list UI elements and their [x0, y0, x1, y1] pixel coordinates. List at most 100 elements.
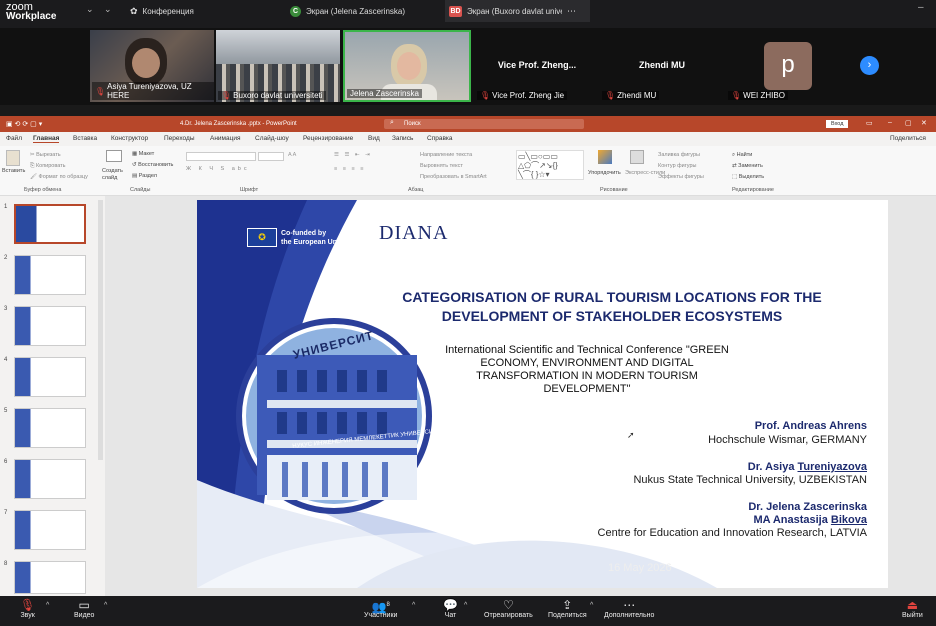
format-painter-button[interactable]: 🖌 Формат по образцу [30, 174, 88, 180]
new-slide-icon[interactable] [106, 150, 122, 162]
affiliation-1: Hochschule Wismar, GERMANY [708, 434, 867, 446]
quick-styles-icon[interactable] [630, 150, 644, 164]
close-icon[interactable]: ✕ [921, 119, 927, 127]
participant-tile[interactable]: p 🎙 WEI ZHIBO [726, 30, 850, 102]
chevron-up-icon[interactable]: ^ [412, 602, 415, 609]
tab-home[interactable]: Главная [33, 135, 60, 143]
more-icon[interactable]: ⋯ [567, 6, 576, 17]
participant-tile-active[interactable]: Jelena Zascerinska [343, 30, 471, 102]
ribbon-options-icon[interactable]: ▭ [866, 119, 873, 127]
search-input[interactable]: Поиск [384, 119, 584, 129]
chevron-down-icon[interactable]: ⌄ [86, 4, 94, 15]
share-button[interactable]: Поделиться [890, 135, 926, 142]
signin-button[interactable]: Вход [826, 120, 849, 128]
cut-button[interactable]: ✂ Вырезать [30, 152, 61, 158]
copy-button[interactable]: ⎘ Копировать [30, 163, 66, 170]
next-page-icon[interactable]: › [860, 56, 879, 75]
slide-number: 3 [4, 306, 8, 312]
section-button[interactable]: ▤ Раздел [132, 173, 157, 179]
find-button[interactable]: ⌕ Найти [732, 152, 752, 159]
more-button[interactable]: ⋯ Дополнительно [604, 598, 654, 619]
ribbon: Вставить ✂ Вырезать ⎘ Копировать 🖌 Форма… [0, 146, 936, 196]
meeting-icon: ✿ [130, 5, 138, 16]
participant-tile[interactable]: Vice Prof. Zheng... 🎙 Vice Prof. Zheng Ji… [475, 30, 599, 102]
shapes-gallery[interactable]: ▭╲▭○▭▭ △⬠⌒↗↘{} ╲⌒{ }☆▾ [516, 150, 584, 180]
audio-button[interactable]: 🎙 Звук [20, 598, 35, 619]
tab-screen-jelena[interactable]: C Экран (Jelena Zascerinska) [290, 0, 440, 22]
slide-thumbnail-4[interactable] [14, 357, 86, 397]
slide-thumbnail-3[interactable] [14, 306, 86, 346]
chevron-up-icon[interactable]: ^ [46, 602, 49, 609]
shape-outline-button[interactable]: Контур фигуры [658, 163, 696, 169]
author-2: Dr. Asiya Tureniyazova [747, 461, 867, 473]
maximize-icon[interactable]: ▢ [905, 119, 912, 127]
quick-access-icons[interactable]: ▣ ⟲ ⟳ ▢ ▾ [6, 120, 42, 128]
tab-screen-buxoro[interactable]: BD Экран (Buxoro davlat universiteti) ⋯ [445, 0, 590, 22]
tab-animation[interactable]: Анимация [210, 135, 241, 142]
tab-insert[interactable]: Вставка [73, 135, 97, 142]
current-slide[interactable]: УНИВЕРСИТ НУКУС ИНЖЕНЕРИЯ МЕМЛЕКЕТТИК УН… [197, 200, 888, 588]
thumbs-scrollbar[interactable] [98, 200, 103, 460]
share-screen-icon: ⇪ [562, 598, 573, 612]
shape-effects-button[interactable]: Эффекты фигуры [658, 174, 704, 180]
list-icons[interactable]: ☰ ☰ ⇤ ⇥ [334, 152, 372, 158]
text-direction-button[interactable]: Направление текста [420, 152, 472, 158]
tab-view[interactable]: Вид [368, 135, 380, 142]
participant-tile[interactable]: 🎙 Asiya Tureniyazova, UZ HERE [90, 30, 214, 102]
arrange-icon[interactable] [598, 150, 612, 164]
layout-button[interactable]: ▦ Макет [132, 151, 154, 157]
paste-label[interactable]: Вставить [2, 168, 25, 174]
arrange-label[interactable]: Упорядочить [588, 170, 621, 176]
chevron-down-icon[interactable]: ⌄ [104, 4, 112, 15]
tab-file[interactable]: Файл [6, 135, 22, 142]
author-3: Dr. Jelena Zascerinska [748, 501, 867, 513]
eu-flag-icon: ✪ [247, 228, 277, 247]
slide-thumbnail-1[interactable] [14, 204, 86, 244]
slide-thumbnail-6[interactable] [14, 459, 86, 499]
replace-button[interactable]: ⇄ Заменить [732, 163, 763, 169]
tab-design[interactable]: Конструктор [111, 135, 148, 142]
font-size-icons[interactable]: A A [288, 152, 296, 158]
react-button[interactable]: ♡ Отреагировать [484, 598, 533, 619]
new-slide-label[interactable]: Создать слайд [102, 168, 130, 182]
tab-transitions[interactable]: Переходы [164, 135, 195, 142]
smartart-button[interactable]: Преобразовать в SmartArt [420, 174, 487, 180]
chevron-up-icon[interactable]: ^ [464, 602, 467, 609]
mic-muted-icon: 🎙 [20, 598, 36, 612]
chevron-up-icon[interactable]: ^ [104, 602, 107, 609]
participant-tile[interactable]: Zhendi MU 🎙 Zhendi MU [600, 30, 724, 102]
align-text-button[interactable]: Выровнять текст [420, 163, 463, 169]
share-screen-button[interactable]: ⇪ Поделиться [548, 598, 587, 619]
font-format-icons[interactable]: Ж К Ч S abc [186, 166, 250, 172]
slide-thumbnail-2[interactable] [14, 255, 86, 295]
participant-label: 🎙 WEI ZHIBO [728, 91, 788, 100]
minimize-icon[interactable]: – [888, 119, 892, 126]
mouse-cursor-icon: ➚ [627, 430, 635, 440]
slide-thumbnail-7[interactable] [14, 510, 86, 550]
mic-muted-icon: 🎙 [731, 91, 742, 100]
tab-help[interactable]: Справка [427, 135, 453, 142]
slide-thumbnail-5[interactable] [14, 408, 86, 448]
paste-icon[interactable] [6, 150, 20, 166]
font-size-select[interactable] [258, 152, 284, 161]
tab-slideshow[interactable]: Слайд-шоу [255, 135, 289, 142]
minimize-icon[interactable]: – [918, 2, 924, 13]
align-icons[interactable]: ≡ ≡ ≡ ≡ [334, 166, 365, 172]
font-family-select[interactable] [186, 152, 256, 161]
video-button[interactable]: ▭ Видео [74, 598, 94, 619]
shape-fill-button[interactable]: Заливка фигуры [658, 152, 700, 158]
slide-number: 8 [4, 561, 8, 567]
participants-button[interactable]: 👥8 Участники [364, 598, 397, 619]
tab-record[interactable]: Запись [392, 135, 413, 142]
select-button[interactable]: ⬚ Выделить [732, 174, 764, 180]
slide-thumbnail-8[interactable] [14, 561, 86, 594]
leave-button[interactable]: ⏏ Выйти [902, 598, 923, 619]
tab-meeting[interactable]: ✿ Конференция [130, 0, 285, 22]
chevron-up-icon[interactable]: ^ [590, 602, 593, 609]
participant-tile[interactable]: 🎙 Buxoro davlat universiteti [216, 30, 340, 102]
tab-review[interactable]: Рецензирование [303, 135, 353, 142]
reset-button[interactable]: ↺ Восстановить [132, 162, 173, 168]
chat-button[interactable]: 💬 Чат [443, 598, 458, 619]
video-icon: ▭ [78, 598, 90, 612]
mic-muted-icon: 🎙 [605, 91, 616, 100]
